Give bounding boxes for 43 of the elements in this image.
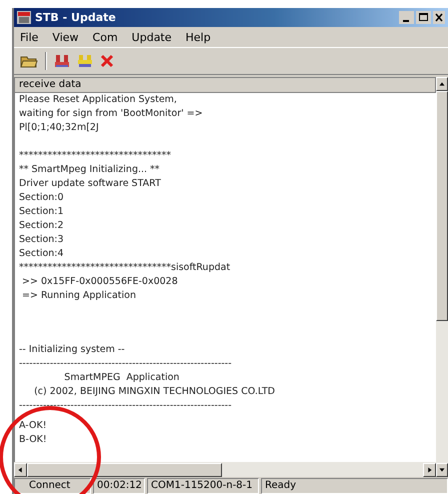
- window-title: STB - Update: [35, 11, 117, 24]
- log-line: Section:2: [19, 219, 65, 233]
- log-line: A-OK!: [19, 419, 48, 433]
- log-line: >> 0x15FF-0x000556FE-0x0028: [21, 275, 179, 289]
- delete-icon[interactable]: [100, 54, 114, 68]
- log-line: -- Initializing system --: [19, 343, 126, 357]
- status-pane: Connect: [14, 478, 91, 494]
- scroll-thumb[interactable]: [436, 91, 448, 321]
- panel-header: receive data: [14, 77, 436, 93]
- maximize-button[interactable]: [416, 11, 431, 24]
- log-line: ** SmartMpeg Initializing... **: [19, 163, 161, 177]
- log-line: SmartMPEG Application: [63, 371, 180, 385]
- log-line: B-OK!: [19, 433, 48, 447]
- minimize-button[interactable]: [399, 11, 414, 24]
- log-line: --------------------------------------------------------------: [19, 399, 233, 413]
- menu-item[interactable]: File: [20, 30, 38, 44]
- close-button[interactable]: [433, 11, 445, 24]
- log-line: Pl[0;1;40;32m[2J: [19, 121, 100, 135]
- log-line: ********************************sisoftRupdat: [19, 261, 232, 275]
- log-line: => Running Application: [21, 289, 137, 303]
- log-line: Section:1: [19, 205, 65, 219]
- log-line: Driver update software START: [19, 177, 162, 191]
- menu-item[interactable]: Help: [186, 30, 211, 44]
- log-line: ********************************: [19, 149, 172, 163]
- vertical-scrollbar[interactable]: [436, 77, 448, 477]
- log-line: --------------------------------------------------------------: [19, 357, 233, 371]
- status-pane: COM1-115200-n-8-1: [147, 478, 259, 494]
- log-line: Section:4: [19, 247, 65, 261]
- menu-item[interactable]: Update: [132, 30, 172, 44]
- menu-item[interactable]: Com: [92, 30, 118, 44]
- status-pane: Ready: [261, 478, 448, 494]
- status-pane: 00:02:12: [93, 478, 145, 494]
- horizontal-scrollbar[interactable]: [14, 462, 436, 477]
- app-icon: [17, 11, 31, 24]
- disconnect-icon[interactable]: [77, 53, 93, 69]
- log-line: (c) 2002, BEIJING MINGXIN TECHNOLOGIES CO.LTD: [33, 385, 276, 399]
- log-line: waiting for sign from 'BootMonitor' =>: [19, 107, 204, 121]
- menu-item[interactable]: View: [52, 30, 79, 44]
- scroll-thumb[interactable]: [27, 462, 222, 476]
- connect-icon[interactable]: [54, 53, 70, 69]
- log-line: Section:3: [19, 233, 65, 247]
- log-line: Please Reset Application System,: [19, 93, 178, 107]
- log-line: Section:0: [19, 191, 65, 205]
